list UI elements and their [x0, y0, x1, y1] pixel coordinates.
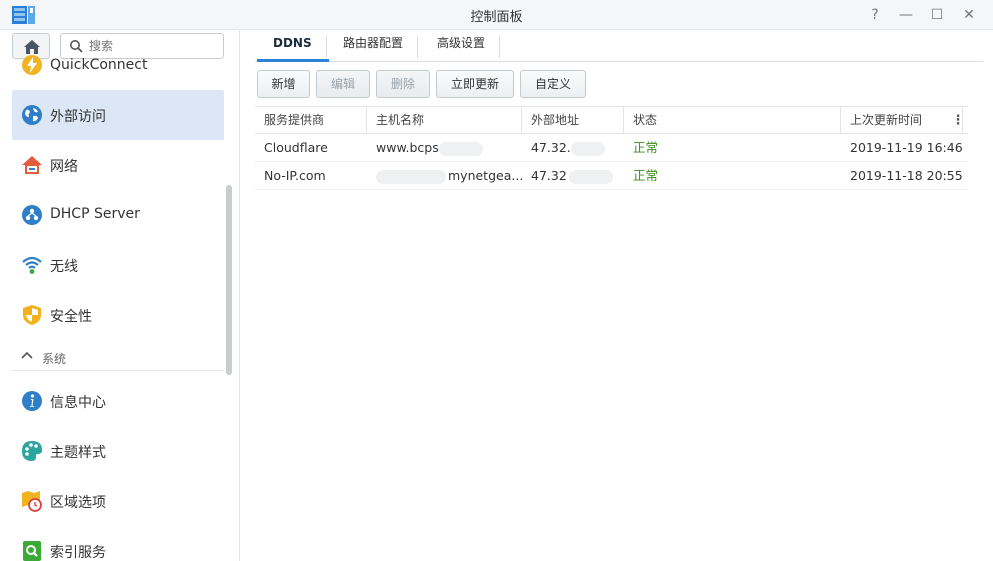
sidebar-item-label: 无线: [50, 259, 78, 275]
section-header-system[interactable]: 系统: [12, 343, 224, 371]
column-header-provider[interactable]: 服务提供商: [255, 107, 367, 134]
cell-last-update: 2019-11-18 20:55: [850, 168, 963, 183]
sidebar-item-info-center[interactable]: 信息中心: [12, 376, 224, 426]
update-now-button[interactable]: 立即更新: [436, 70, 514, 98]
sidebar-item-external-access[interactable]: 外部访问: [12, 90, 224, 140]
maximize-button[interactable]: ☐: [928, 6, 946, 24]
active-tab-indicator: [257, 59, 329, 62]
tab-router-config[interactable]: 路由器配置: [329, 36, 419, 58]
column-header-hostname[interactable]: 主机名称: [367, 107, 522, 134]
chevron-up-icon: [21, 351, 33, 359]
palette-icon: [22, 441, 42, 461]
minimize-button[interactable]: —: [897, 6, 915, 24]
quickconnect-icon: [22, 55, 42, 75]
main-panel: DDNS 路由器配置 高级设置 新增 编辑 删除 立即更新 自定义 服务提供商 …: [241, 30, 993, 561]
network-home-icon: [22, 156, 42, 174]
column-header-external-address[interactable]: 外部地址: [522, 107, 624, 134]
sidebar-item-regional-options[interactable]: 区域选项: [12, 476, 224, 526]
table-row[interactable]: No-IP.com mynetgea... 47.32 正常 2019-11-1…: [255, 162, 968, 190]
window-title: 控制面板: [470, 10, 523, 25]
sidebar-item-network[interactable]: 网络: [12, 140, 224, 190]
dhcp-icon: [22, 205, 42, 225]
section-label: 系统: [42, 352, 67, 366]
sidebar-item-theme[interactable]: 主题样式: [12, 426, 224, 476]
globe-icon: [22, 105, 42, 125]
cell-status: 正常: [633, 140, 659, 155]
table-header: 服务提供商 主机名称 外部地址 状态 上次更新时间 ⋮: [255, 106, 968, 134]
sidebar: QuickConnect 外部访问 网络 DHCP Server: [0, 30, 240, 561]
title-bar: 控制面板 ? — ☐ ✕: [0, 0, 993, 30]
sidebar-item-label: 主题样式: [50, 445, 106, 461]
help-button[interactable]: ?: [866, 6, 884, 24]
sidebar-item-label: DHCP Server: [50, 206, 140, 222]
cell-provider: Cloudflare: [264, 140, 328, 155]
close-button[interactable]: ✕: [960, 6, 978, 24]
table-row[interactable]: Cloudflare www.bcps 47.32. 正常 2019-11-19…: [255, 134, 968, 162]
sidebar-item-label: QuickConnect: [50, 57, 148, 73]
cell-hostname: mynetgea...: [367, 162, 522, 189]
sidebar-item-label: 信息中心: [50, 395, 106, 411]
cell-provider: No-IP.com: [264, 168, 326, 183]
redacted-blur: [376, 169, 446, 184]
add-button[interactable]: 新增: [257, 70, 310, 98]
redacted-blur: [570, 141, 605, 156]
sidebar-scrollbar[interactable]: [226, 185, 232, 375]
cell-address: 47.32.: [522, 134, 624, 161]
redacted-blur: [438, 141, 483, 156]
sidebar-item-label: 索引服务: [50, 545, 106, 561]
index-search-icon: [23, 541, 41, 561]
sidebar-item-label: 安全性: [50, 309, 92, 325]
sidebar-item-security[interactable]: 安全性: [12, 290, 224, 340]
sidebar-item-label: 网络: [50, 159, 78, 175]
delete-button[interactable]: 删除: [376, 70, 430, 98]
address-text: 47.32: [531, 168, 567, 183]
hostname-text: www.bcps: [376, 140, 439, 155]
info-icon: [22, 391, 42, 411]
cell-last-update: 2019-11-19 16:46: [850, 140, 963, 155]
customize-button[interactable]: 自定义: [520, 70, 586, 98]
sidebar-item-label: 外部访问: [50, 109, 106, 125]
column-menu-icon[interactable]: ⋮: [948, 107, 968, 134]
tab-advanced-settings[interactable]: 高级设置: [423, 36, 501, 58]
cell-hostname: www.bcps: [367, 134, 522, 161]
column-header-last-update[interactable]: 上次更新时间: [841, 107, 963, 134]
tab-ddns[interactable]: DDNS: [259, 36, 327, 58]
edit-button[interactable]: 编辑: [316, 70, 370, 98]
cell-status: 正常: [633, 168, 659, 183]
sidebar-item-indexing-service[interactable]: 索引服务: [12, 526, 224, 561]
shield-icon: [23, 305, 41, 325]
wifi-icon: [22, 256, 42, 274]
sidebar-item-quickconnect[interactable]: QuickConnect: [12, 40, 224, 90]
region-clock-icon: [22, 491, 42, 512]
redacted-blur: [568, 169, 613, 184]
sidebar-item-label: 区域选项: [50, 495, 106, 511]
sidebar-item-dhcp-server[interactable]: DHCP Server: [12, 190, 224, 240]
column-header-status[interactable]: 状态: [624, 107, 841, 134]
tab-bar: DDNS 路由器配置 高级设置: [255, 30, 983, 62]
address-text: 47.32.: [531, 140, 571, 155]
sidebar-item-wireless[interactable]: 无线: [12, 240, 224, 290]
cell-address: 47.32: [522, 162, 624, 189]
hostname-text: mynetgea...: [448, 168, 522, 183]
